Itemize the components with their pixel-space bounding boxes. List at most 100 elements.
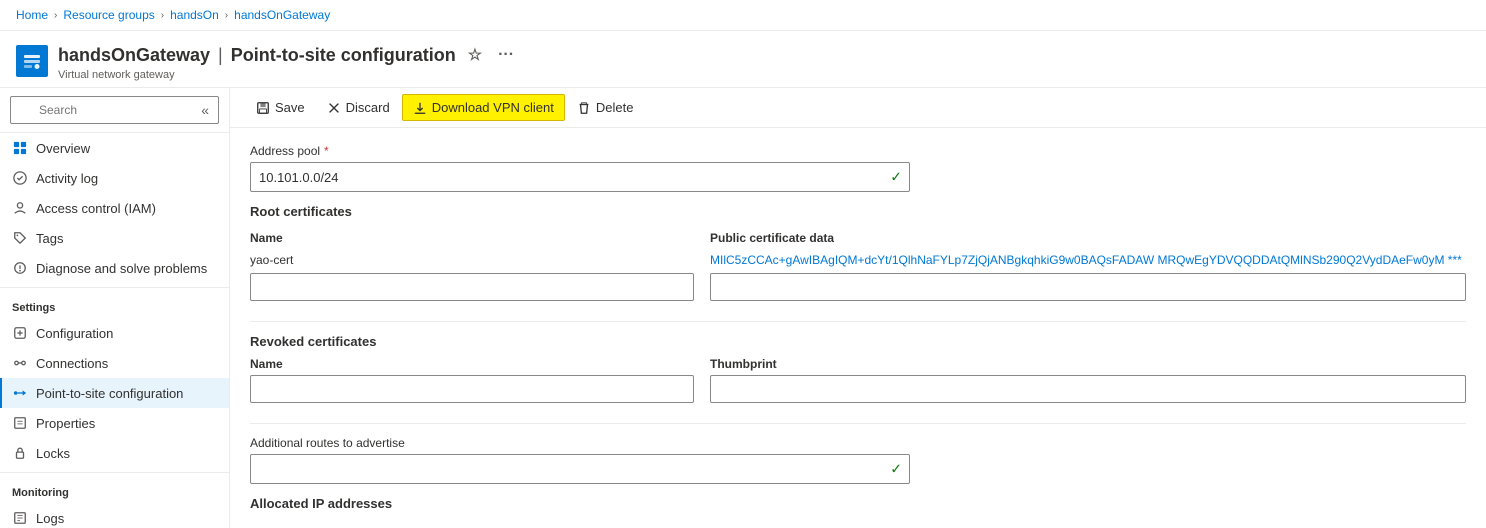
locks-label: Locks — [36, 446, 70, 461]
root-certs-section: Root certificates Name Public certificat… — [250, 204, 1466, 301]
allocated-ip-section: Allocated IP addresses — [250, 496, 1466, 511]
access-control-label: Access control (IAM) — [36, 201, 156, 216]
diagnose-icon — [12, 260, 28, 276]
locks-icon — [12, 445, 28, 461]
diagnose-label: Diagnose and solve problems — [36, 261, 207, 276]
activity-log-label: Activity log — [36, 171, 98, 186]
sidebar-item-point-to-site[interactable]: Point-to-site configuration — [0, 378, 229, 408]
download-vpn-button[interactable]: Download VPN client — [402, 94, 565, 121]
sidebar-item-diagnose[interactable]: Diagnose and solve problems — [0, 253, 229, 283]
breadcrumb-handson[interactable]: handsOn — [170, 8, 219, 22]
logs-label: Logs — [36, 511, 64, 526]
sidebar-item-properties[interactable]: Properties — [0, 408, 229, 438]
content-area: Save Discard Download VPN client Delete … — [230, 88, 1486, 528]
properties-icon — [12, 415, 28, 431]
sidebar-item-logs[interactable]: Logs — [0, 503, 229, 528]
additional-routes-check-icon: ✓ — [890, 461, 902, 478]
access-icon — [12, 200, 28, 216]
logs-icon — [12, 510, 28, 526]
delete-button[interactable]: Delete — [567, 95, 644, 120]
revoked-certs-header: Name Thumbprint — [250, 357, 1466, 371]
additional-routes-input-wrapper: ✓ — [250, 454, 910, 484]
breadcrumb-home[interactable]: Home — [16, 8, 48, 22]
collapse-sidebar-button[interactable]: « — [201, 102, 209, 118]
page-title: handsOnGateway | Point-to-site configura… — [58, 41, 1470, 69]
search-wrapper: 🔍 « — [10, 96, 219, 124]
required-indicator: * — [324, 144, 329, 158]
resource-type: Virtual network gateway — [58, 69, 1470, 81]
sidebar-search-container: 🔍 « — [0, 88, 229, 133]
breadcrumb: Home › Resource groups › handsOn › hands… — [0, 0, 1486, 31]
revoked-name-col-header: Name — [250, 357, 694, 371]
root-data-input-wrapper — [710, 273, 1466, 301]
gateway-icon — [16, 45, 48, 77]
root-certs-title: Root certificates — [250, 204, 1466, 219]
root-cert-row: yao-cert MIlC5zCCAc+gAwIBAgIQM+dcYt/1Qlh… — [250, 253, 1466, 267]
overview-icon — [12, 140, 28, 156]
monitoring-section-label: Monitoring — [0, 477, 229, 503]
revoked-cert-name-input[interactable] — [250, 375, 694, 403]
more-options-icon[interactable]: ··· — [494, 42, 518, 68]
main-layout: 🔍 « Overview Activity log Access control… — [0, 88, 1486, 528]
sidebar-item-activity-log[interactable]: Activity log — [0, 163, 229, 193]
sidebar-item-connections[interactable]: Connections — [0, 348, 229, 378]
save-button[interactable]: Save — [246, 95, 315, 120]
revoked-certs-section: Revoked certificates Name Thumbprint — [250, 334, 1466, 403]
address-pool-check-icon: ✓ — [890, 169, 902, 186]
additional-routes-label: Additional routes to advertise — [250, 436, 1466, 450]
breadcrumb-resource-groups[interactable]: Resource groups — [63, 8, 154, 22]
root-cert-name-input[interactable] — [250, 273, 694, 301]
section-divider-2 — [250, 423, 1466, 424]
additional-routes-field: Additional routes to advertise ✓ — [250, 436, 1466, 484]
address-pool-input-wrapper: ✓ — [250, 162, 910, 192]
section-divider-1 — [250, 321, 1466, 322]
address-pool-field: Address pool * ✓ — [250, 144, 1466, 192]
sidebar-divider-1 — [0, 287, 229, 288]
address-pool-input[interactable] — [250, 162, 910, 192]
connections-icon — [12, 355, 28, 371]
revoked-thumb-col-header: Thumbprint — [710, 357, 1466, 371]
revoked-cert-inputs — [250, 375, 1466, 403]
revoked-name-input-wrapper — [250, 375, 694, 403]
form-content: Address pool * ✓ Root certificates Name … — [230, 128, 1486, 528]
p2s-icon — [12, 385, 28, 401]
settings-section-label: Settings — [0, 292, 229, 318]
sidebar-item-configuration[interactable]: Configuration — [0, 318, 229, 348]
discard-button[interactable]: Discard — [317, 95, 400, 120]
toolbar: Save Discard Download VPN client Delete — [230, 88, 1486, 128]
activity-icon — [12, 170, 28, 186]
root-name-input-wrapper — [250, 273, 694, 301]
root-name-col-header: Name — [250, 227, 710, 249]
point-to-site-label: Point-to-site configuration — [36, 386, 183, 401]
tags-icon — [12, 230, 28, 246]
tags-label: Tags — [36, 231, 63, 246]
download-icon — [413, 101, 427, 115]
sidebar-item-tags[interactable]: Tags — [0, 223, 229, 253]
page-header-titles: handsOnGateway | Point-to-site configura… — [58, 41, 1470, 81]
sidebar-item-overview[interactable]: Overview — [0, 133, 229, 163]
connections-label: Connections — [36, 356, 108, 371]
root-cert-name: yao-cert — [250, 253, 694, 267]
revoked-thumb-input-wrapper — [710, 375, 1466, 403]
search-input[interactable] — [10, 96, 219, 124]
root-data-col-header: Public certificate data — [710, 227, 1466, 249]
root-cert-data: MIlC5zCCAc+gAwIBAgIQM+dcYt/1QlhNaFYLp7Zj… — [710, 253, 1466, 267]
breadcrumb-gateway[interactable]: handsOnGateway — [234, 8, 330, 22]
revoked-cert-thumb-input[interactable] — [710, 375, 1466, 403]
sidebar-item-access-control[interactable]: Access control (IAM) — [0, 193, 229, 223]
delete-icon — [577, 101, 591, 115]
additional-routes-input[interactable] — [250, 454, 910, 484]
revoked-certs-title: Revoked certificates — [250, 334, 1466, 349]
root-certs-header: Name Public certificate data — [250, 227, 1466, 249]
configuration-label: Configuration — [36, 326, 113, 341]
root-cert-data-input[interactable] — [710, 273, 1466, 301]
allocated-ip-title: Allocated IP addresses — [250, 496, 1466, 511]
root-cert-inputs — [250, 273, 1466, 301]
address-pool-label: Address pool * — [250, 144, 1466, 158]
favorite-icon[interactable]: ☆ — [464, 41, 486, 69]
properties-label: Properties — [36, 416, 95, 431]
overview-label: Overview — [36, 141, 90, 156]
sidebar-item-locks[interactable]: Locks — [0, 438, 229, 468]
page-header: handsOnGateway | Point-to-site configura… — [0, 31, 1486, 88]
sidebar-divider-2 — [0, 472, 229, 473]
